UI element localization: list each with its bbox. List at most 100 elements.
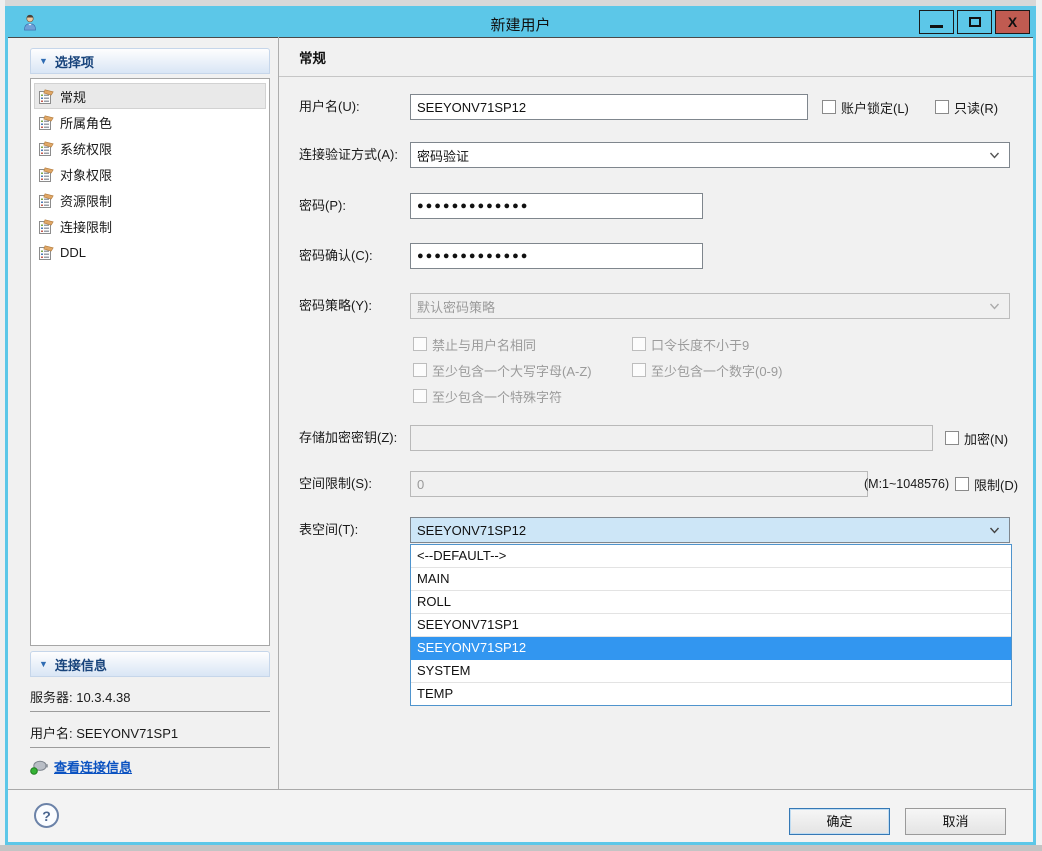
help-icon: ? [42, 807, 51, 824]
encryption-key-input [410, 425, 933, 451]
chevron-down-icon [989, 152, 1000, 159]
close-icon: X [1007, 14, 1018, 30]
auth-method-select[interactable]: 密码验证 [410, 142, 1010, 168]
form-page-icon [39, 88, 54, 104]
collapse-arrow-icon: ▼ [39, 55, 48, 66]
account-lock-checkbox[interactable]: 账户锁定(L) [822, 94, 909, 120]
checkbox-icon [935, 100, 949, 114]
checkbox-icon [632, 363, 646, 377]
dropdown-option-seeyonv71sp12[interactable]: SEEYONV71SP12 [411, 637, 1011, 660]
auth-method-value: 密码验证 [417, 148, 470, 164]
server-info: 服务器: 10.3.4.38 [30, 690, 131, 705]
sidebar-item-resource-limits[interactable]: 资源限制 [34, 187, 266, 213]
connection-group-header[interactable]: ▼ 连接信息 [30, 651, 270, 677]
checkbox-icon [945, 431, 959, 445]
form-page-icon [39, 166, 54, 182]
window-controls: X [919, 10, 1030, 34]
view-connection-row: 查看连接信息 [30, 757, 132, 776]
limit-label: 限制(D) [974, 477, 1019, 493]
form-page-icon [39, 218, 54, 234]
sidebar-item-object-privileges[interactable]: 对象权限 [34, 161, 266, 187]
username-input[interactable] [410, 94, 808, 120]
form-page-icon [39, 244, 54, 260]
sidebar-item-label: DDL [60, 244, 87, 260]
sidebar-item-general[interactable]: 常规 [34, 83, 266, 109]
tablespace-label: 表空间(T): [299, 522, 359, 537]
encrypt-label: 加密(N) [964, 431, 1009, 447]
limit-checkbox[interactable]: 限制(D) [955, 471, 1018, 497]
policy-check-label: 至少包含一个特殊字符 [432, 389, 563, 405]
sidebar-item-label: 连接限制 [60, 219, 113, 235]
dropdown-option-seeyonv71sp1[interactable]: SEEYONV71SP1 [411, 614, 1011, 637]
dropdown-option-system[interactable]: SYSTEM [411, 660, 1011, 683]
readonly-label: 只读(R) [954, 100, 999, 116]
policy-check-label: 至少包含一个大写字母(A-Z) [432, 363, 592, 379]
dropdown-option-default[interactable]: <--DEFAULT--> [411, 545, 1011, 568]
password-policy-select: 默认密码策略 [410, 293, 1010, 319]
sidebar-item-connection-limits[interactable]: 连接限制 [34, 213, 266, 239]
dialog-footer: ? 确定 取消 [8, 789, 1033, 842]
sidebar-item-label: 资源限制 [60, 193, 113, 209]
form-page-icon [39, 140, 54, 156]
help-button[interactable]: ? [34, 803, 59, 828]
chevron-down-icon [989, 303, 1000, 310]
checkbox-icon [632, 337, 646, 351]
password-policy-label: 密码策略(Y): [299, 298, 372, 313]
checkbox-icon [955, 477, 969, 491]
cancel-button[interactable]: 取消 [905, 808, 1006, 835]
sidebar-item-system-privileges[interactable]: 系统权限 [34, 135, 266, 161]
title-bar[interactable]: 新建用户 X [8, 9, 1033, 38]
policy-min-length-checkbox: 口令长度不小于9 [632, 331, 749, 357]
space-limit-input [410, 471, 868, 497]
sidebar-item-roles[interactable]: 所属角色 [34, 109, 266, 135]
sidebar-item-label: 常规 [60, 89, 87, 105]
policy-same-as-username-checkbox: 禁止与用户名相同 [413, 331, 536, 357]
connection-username-info: 用户名: SEEYONV71SP1 [30, 726, 179, 741]
window-title: 新建用户 [490, 17, 551, 34]
checkbox-icon [413, 363, 427, 377]
view-connection-link[interactable]: 查看连接信息 [54, 757, 132, 776]
dropdown-option-main[interactable]: MAIN [411, 568, 1011, 591]
connection-plug-icon [30, 760, 48, 775]
sidebar-item-label: 所属角色 [60, 115, 113, 131]
readonly-checkbox[interactable]: 只读(R) [935, 94, 998, 120]
encryption-key-label: 存储加密密钥(Z): [299, 430, 398, 445]
checkbox-icon [822, 100, 836, 114]
general-panel: 常规 用户名(U): 账户锁定(L) 只读(R) 连接验证方式(A): 密码验证… [279, 37, 1033, 790]
minimize-icon [930, 25, 943, 28]
collapse-arrow-icon: ▼ [39, 658, 48, 669]
ok-button[interactable]: 确定 [789, 808, 890, 835]
encrypt-checkbox[interactable]: 加密(N) [945, 425, 1008, 451]
section-title: 常规 [299, 51, 326, 66]
maximize-icon [968, 17, 981, 27]
checkbox-icon [413, 337, 427, 351]
dropdown-option-temp[interactable]: TEMP [411, 683, 1011, 705]
auth-method-label: 连接验证方式(A): [299, 147, 398, 162]
minimize-button[interactable] [919, 10, 954, 34]
sidebar-item-label: 对象权限 [60, 167, 113, 183]
password-input[interactable] [410, 193, 703, 219]
dropdown-option-roll[interactable]: ROLL [411, 591, 1011, 614]
tablespace-dropdown-list: <--DEFAULT--> MAIN ROLL SEEYONV71SP1 SEE… [410, 544, 1012, 706]
selection-group-header[interactable]: ▼ 选择项 [30, 48, 270, 74]
account-lock-label: 账户锁定(L) [841, 100, 909, 116]
divider [279, 76, 1033, 77]
connection-header-label: 连接信息 [54, 657, 107, 673]
sidebar-item-ddl[interactable]: DDL [34, 239, 266, 265]
divider [30, 747, 270, 748]
policy-uppercase-checkbox: 至少包含一个大写字母(A-Z) [413, 357, 592, 383]
policy-special-char-checkbox: 至少包含一个特殊字符 [413, 383, 562, 409]
policy-check-label: 口令长度不小于9 [651, 337, 750, 353]
password-policy-value: 默认密码策略 [417, 299, 496, 315]
desktop-background-right [1036, 0, 1042, 851]
divider [30, 711, 270, 712]
maximize-button[interactable] [957, 10, 992, 34]
password-confirm-input[interactable] [410, 243, 703, 269]
sidebar-item-label: 系统权限 [60, 141, 113, 157]
selection-header-label: 选择项 [54, 54, 94, 70]
tablespace-select[interactable]: SEEYONV71SP12 [410, 517, 1010, 543]
space-limit-range-hint: (M:1~1048576) [864, 477, 950, 491]
sidebar: ▼ 选择项 常规 所属角色 系统权限 对象权限 资源限制 连接限制 DDL ▼ … [8, 37, 279, 790]
username-label: 用户名(U): [299, 99, 360, 114]
close-button[interactable]: X [995, 10, 1030, 34]
